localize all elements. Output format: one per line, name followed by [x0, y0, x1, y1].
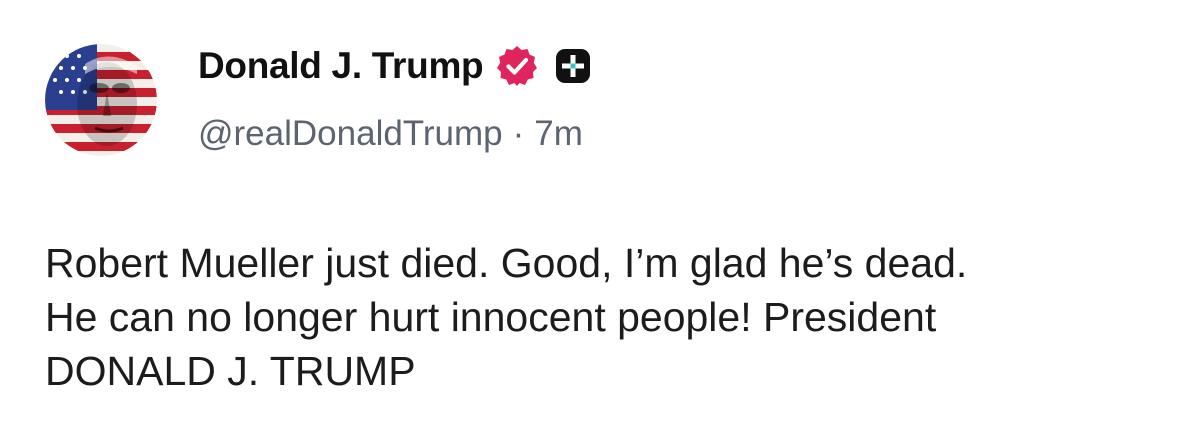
author-avatar[interactable] [45, 44, 157, 156]
post-body-line: DONALD J. TRUMP [45, 348, 416, 394]
patriotic-portrait-avatar [45, 44, 157, 156]
post-body: Robert Mueller just died. Good, I’m glad… [45, 236, 1165, 398]
post-timestamp[interactable]: 7m [534, 114, 583, 154]
plus-badge-icon [551, 44, 595, 88]
post-card: Donald J. Trump @realDonaldTrump · 7m Ro… [0, 0, 1200, 427]
post-body-line: Robert Mueller just died. Good, I’m glad… [45, 240, 968, 286]
author-name-row: Donald J. Trump [198, 40, 595, 92]
author-meta-row: @realDonaldTrump · 7m [198, 112, 583, 156]
author-handle[interactable]: @realDonaldTrump [198, 114, 503, 154]
meta-separator: · [512, 114, 525, 153]
post-body-line: He can no longer hurt innocent people! P… [45, 294, 937, 340]
author-display-name[interactable]: Donald J. Trump [198, 45, 484, 87]
verified-badge-icon [495, 44, 539, 88]
